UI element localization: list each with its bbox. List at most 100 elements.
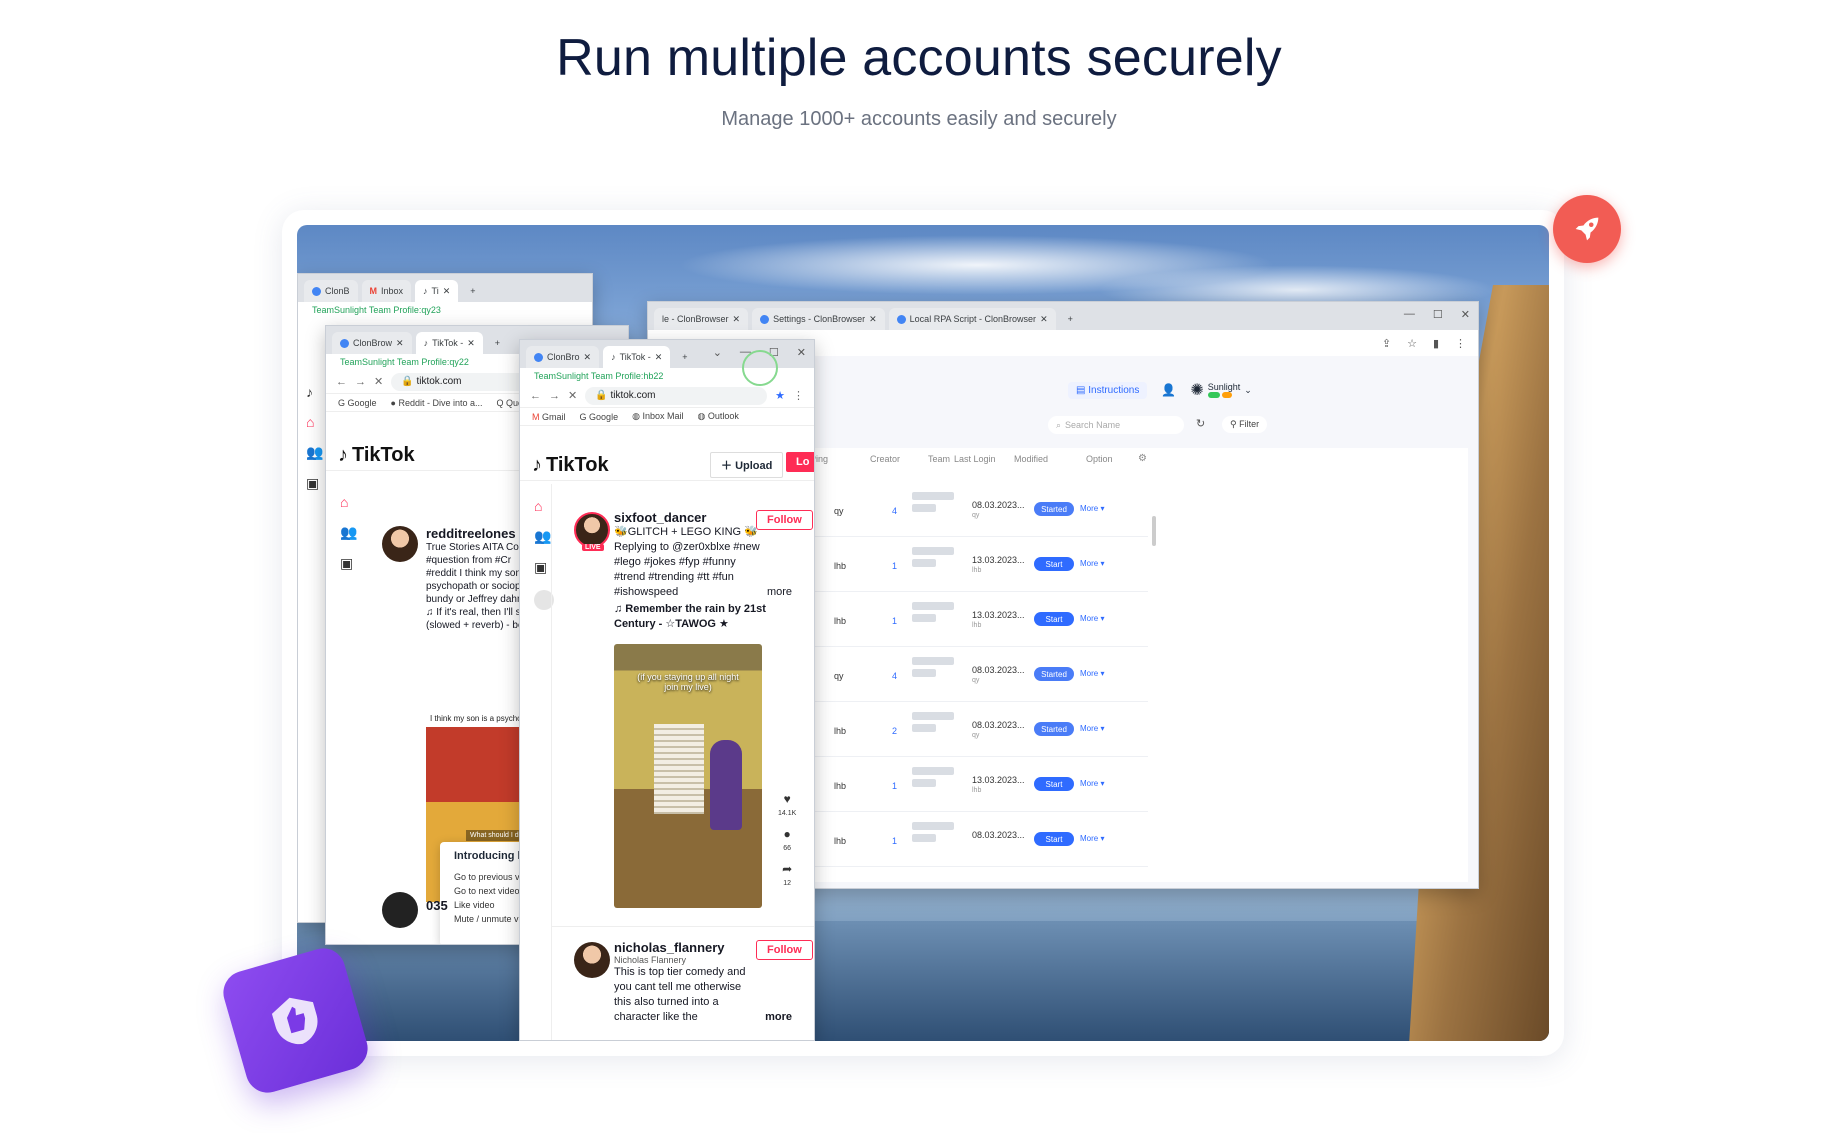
avatar-live[interactable] — [574, 512, 610, 548]
chevron-down-icon[interactable]: ⌄ — [713, 346, 722, 359]
stop-icon[interactable]: ✕ — [374, 375, 383, 388]
tab-settings[interactable]: Settings - ClonBrowser ✕ — [752, 308, 885, 330]
back-icon[interactable]: ← — [530, 390, 541, 402]
forward-icon[interactable]: → — [549, 390, 560, 402]
maximize-icon[interactable]: ☐ — [1433, 308, 1443, 321]
tab-inbox[interactable]: M Inbox — [361, 280, 412, 302]
comment-icon[interactable]: ● — [784, 827, 791, 841]
share-icon[interactable]: ⇪ — [1382, 337, 1391, 350]
bookmark-google[interactable]: G Google — [580, 412, 619, 422]
tab-tiktok[interactable]: ♪ Ti ✕ — [415, 280, 459, 302]
url-input[interactable]: 🔒 tiktok.com — [585, 386, 768, 405]
forward-icon[interactable]: → — [355, 376, 366, 388]
start-button[interactable]: Start — [1034, 557, 1074, 571]
back-icon[interactable]: ← — [336, 376, 347, 388]
refresh-icon[interactable]: ↻ — [1196, 417, 1205, 430]
video-thumbnail[interactable]: (if you staying up all night join my liv… — [614, 644, 762, 908]
tiktok-logo[interactable]: ♪ TikTok — [338, 444, 415, 467]
more-dropdown[interactable]: More ▾ — [1080, 779, 1104, 788]
rocket-launch-button[interactable] — [1553, 195, 1621, 263]
account-menu[interactable]: ✺ Sunlight ⌄ — [1190, 380, 1251, 400]
stop-icon[interactable]: ✕ — [568, 389, 577, 402]
sidepanel-icon[interactable]: ▮ — [1433, 337, 1439, 350]
close-icon[interactable]: ✕ — [1461, 308, 1470, 321]
more-dropdown[interactable]: More ▾ — [1080, 614, 1104, 623]
follow-button[interactable]: Follow — [756, 940, 813, 960]
post-line: Replying to @zer0xblxe #new — [614, 541, 760, 553]
star-icon[interactable]: ☆ — [1407, 337, 1417, 350]
home-icon[interactable]: ⌂ — [306, 414, 323, 430]
close-icon[interactable]: ✕ — [797, 346, 806, 359]
row-team: 1 — [892, 781, 898, 791]
avatar[interactable] — [382, 892, 418, 928]
user-icon[interactable]: 👤 — [1161, 383, 1176, 397]
settings-gear-icon[interactable]: ⚙ — [1138, 453, 1147, 464]
redacted-login — [912, 724, 936, 732]
row-team: 1 — [892, 836, 898, 846]
start-button[interactable]: Start — [1034, 612, 1074, 626]
more-dropdown[interactable]: More ▾ — [1080, 724, 1104, 733]
redacted-login — [912, 779, 936, 787]
home-icon[interactable]: ⌂ — [340, 494, 357, 510]
bookmark-label: Google — [589, 411, 619, 422]
tiktok-note-icon: ♪ — [338, 444, 348, 466]
avatar[interactable] — [574, 942, 610, 978]
tab-tiktok[interactable]: ♪ TikTok - ✕ — [415, 332, 483, 354]
filter-button[interactable]: ⚲ Filter — [1222, 416, 1268, 433]
started-button[interactable]: Started — [1034, 502, 1074, 516]
live-badge: LIVE — [582, 544, 604, 551]
menu-icon[interactable]: ⋮ — [1455, 337, 1466, 350]
redacted-login — [912, 669, 936, 677]
new-tab-button[interactable]: + — [487, 332, 508, 354]
scrollbar[interactable] — [1152, 516, 1156, 546]
bookmark-google[interactable]: G Google — [338, 398, 377, 408]
bookmark-inbox[interactable]: ◍ Inbox Mail — [632, 411, 683, 422]
minimize-icon[interactable]: — — [1404, 308, 1415, 321]
header-right: ▤ Instructions 👤 ✺ Sunlight ⌄ — [1068, 380, 1252, 400]
live-icon[interactable]: ▣ — [306, 475, 323, 492]
following-icon[interactable]: 👥 — [340, 524, 357, 541]
login-button[interactable]: Lo — [786, 452, 814, 472]
col-modified[interactable]: Modified — [1014, 454, 1048, 464]
follow-button[interactable]: Follow — [756, 510, 813, 530]
more-dropdown[interactable]: More ▾ — [1080, 834, 1104, 843]
tab-clonbrowser[interactable]: ClonB — [304, 280, 358, 302]
new-tab-button[interactable]: + — [1060, 308, 1081, 330]
tab-clonbrowser[interactable]: ClonBrow ✕ — [332, 332, 412, 354]
tab-rpa[interactable]: Local RPA Script - ClonBrowser ✕ — [888, 308, 1056, 330]
star-icon[interactable]: ★ — [775, 389, 785, 402]
tab-clonbrowser[interactable]: ClonBro ✕ — [526, 346, 600, 368]
col-last-login[interactable]: Last Login — [954, 454, 996, 464]
start-button[interactable]: Start — [1034, 777, 1074, 791]
started-button[interactable]: Started — [1034, 722, 1074, 736]
more-link[interactable]: more — [767, 585, 804, 600]
post-username[interactable]: 035 — [426, 898, 448, 913]
tab-tiktok[interactable]: ♪ TikTok - ✕ — [603, 346, 671, 368]
avatar[interactable] — [382, 526, 418, 562]
new-tab-button[interactable]: + — [462, 280, 483, 302]
following-icon[interactable]: 👥 — [306, 444, 323, 461]
new-tab-button[interactable]: + — [674, 346, 695, 368]
row-modified: 13.03.2023... — [972, 555, 1025, 565]
share-icon[interactable]: ➦ — [782, 862, 792, 876]
upload-button[interactable]: ＋ Upload — [710, 452, 784, 478]
more-dropdown[interactable]: More ▾ — [1080, 669, 1104, 678]
heart-icon[interactable]: ♥ — [784, 792, 791, 806]
live-icon[interactable]: ▣ — [340, 555, 357, 572]
bookmark-outlook[interactable]: ◍ Outlook — [697, 411, 738, 422]
tiktok-icon[interactable]: ♪ — [306, 384, 323, 400]
search-input[interactable]: ⌕ Search Name — [1048, 416, 1184, 434]
menu-icon[interactable]: ⋮ — [793, 389, 804, 402]
more-label: More — [1080, 669, 1099, 678]
more-link[interactable]: more — [765, 1010, 804, 1025]
tiktok-logo[interactable]: ♪ TikTok — [532, 454, 609, 477]
more-dropdown[interactable]: More ▾ — [1080, 504, 1104, 513]
more-dropdown[interactable]: More ▾ — [1080, 559, 1104, 568]
tab-profiles[interactable]: le - ClonBrowser ✕ — [654, 308, 749, 330]
bookmark-gmail[interactable]: M Gmail — [532, 412, 566, 422]
instructions-button[interactable]: ▤ Instructions — [1068, 381, 1148, 399]
bookmark-reddit[interactable]: ● Reddit - Dive into a... — [391, 398, 483, 408]
start-button[interactable]: Start — [1034, 832, 1074, 846]
started-button[interactable]: Started — [1034, 667, 1074, 681]
music-link[interactable]: ♫ Remember the rain by 21st Century - ☆T… — [614, 602, 804, 632]
